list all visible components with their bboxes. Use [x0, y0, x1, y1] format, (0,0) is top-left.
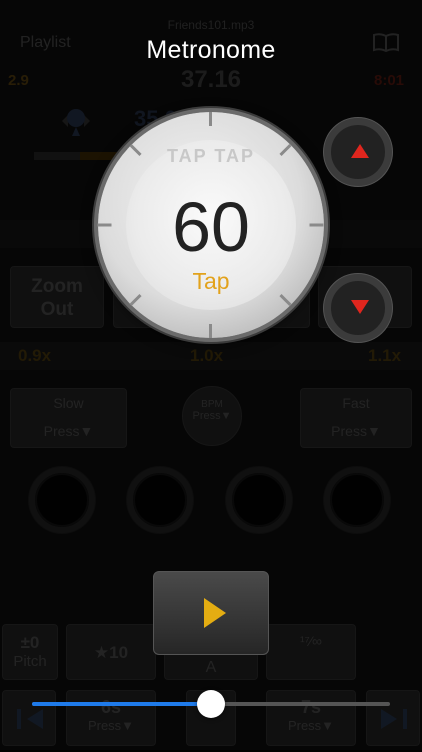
- slow-label: Slow: [53, 395, 84, 411]
- back-sub: Press▼: [87, 718, 135, 733]
- speed-min: 0.9x: [18, 346, 52, 365]
- slow-sub: Press▼: [43, 423, 94, 439]
- dial-brand-text: TAP TAP: [166, 146, 255, 166]
- jump-back-button[interactable]: 6s Press▼: [66, 690, 156, 746]
- zoom-out-button[interactable]: Zoom Out: [10, 266, 104, 328]
- skip-forward-icon: [381, 709, 407, 729]
- skip-back-button[interactable]: [2, 690, 56, 746]
- cue-button-3[interactable]: [226, 467, 292, 533]
- speed-center: 1.0x: [190, 346, 224, 365]
- bpm-increase-button[interactable]: [324, 118, 392, 186]
- dial-tick: [129, 144, 142, 157]
- pitch-button[interactable]: ±0 Pitch: [2, 624, 58, 680]
- bpm-value: 60: [172, 188, 250, 266]
- dial-tick: [129, 293, 142, 306]
- arrow-down-icon: [351, 300, 369, 314]
- play-button[interactable]: [153, 571, 269, 655]
- bpm-sub: Press▼: [192, 410, 232, 422]
- slider-thumb[interactable]: [197, 690, 225, 718]
- fwd-sub: Press▼: [287, 718, 335, 733]
- jump-forward-button[interactable]: 7s Press▼: [266, 690, 356, 746]
- star-button[interactable]: ★10: [66, 624, 156, 680]
- loop-button[interactable]: ¹⁷⁄∞: [266, 624, 356, 680]
- fraction-label: ¹⁷⁄∞: [299, 633, 323, 649]
- fast-sub: Press▼: [331, 423, 381, 439]
- cue-button-4[interactable]: [324, 467, 390, 533]
- dial-tick: [279, 144, 292, 157]
- position-slider[interactable]: [32, 690, 390, 718]
- fast-label: Fast: [342, 395, 370, 411]
- bpm-decrease-button[interactable]: [324, 274, 392, 342]
- slider-fill: [32, 702, 211, 706]
- cue-button-1[interactable]: [29, 467, 95, 533]
- time-center: 37.16: [180, 66, 242, 93]
- filename-label: Friends101.mp3: [167, 18, 255, 32]
- cue-button-2[interactable]: [127, 467, 193, 533]
- tap-label: Tap: [192, 268, 230, 294]
- arrow-up-icon: [351, 144, 369, 158]
- bpm-label: BPM: [201, 399, 223, 410]
- slow-button[interactable]: Slow Press▼: [10, 388, 127, 448]
- back-label: 6s: [100, 697, 122, 717]
- pitch-label: Pitch: [13, 653, 47, 670]
- tap-dial[interactable]: TAP TAP 60 Tap: [97, 112, 324, 338]
- pitch-value: ±0: [20, 633, 40, 652]
- metronome-title: Metronome: [146, 36, 276, 64]
- fwd-label: 7s: [300, 697, 322, 717]
- fast-button[interactable]: Fast Press▼: [300, 388, 412, 448]
- right-value: 8:01: [374, 72, 405, 89]
- dial-tick: [209, 324, 212, 338]
- speed-max: 1.1x: [368, 346, 402, 365]
- skip-forward-button[interactable]: [366, 690, 420, 746]
- dial-tick: [209, 112, 212, 126]
- a-marker-icon[interactable]: [56, 104, 96, 138]
- bpm-button[interactable]: BPM Press▼: [182, 386, 242, 446]
- dial-tick: [279, 293, 292, 306]
- play-icon: [204, 598, 226, 628]
- skip-back-icon: [17, 709, 43, 729]
